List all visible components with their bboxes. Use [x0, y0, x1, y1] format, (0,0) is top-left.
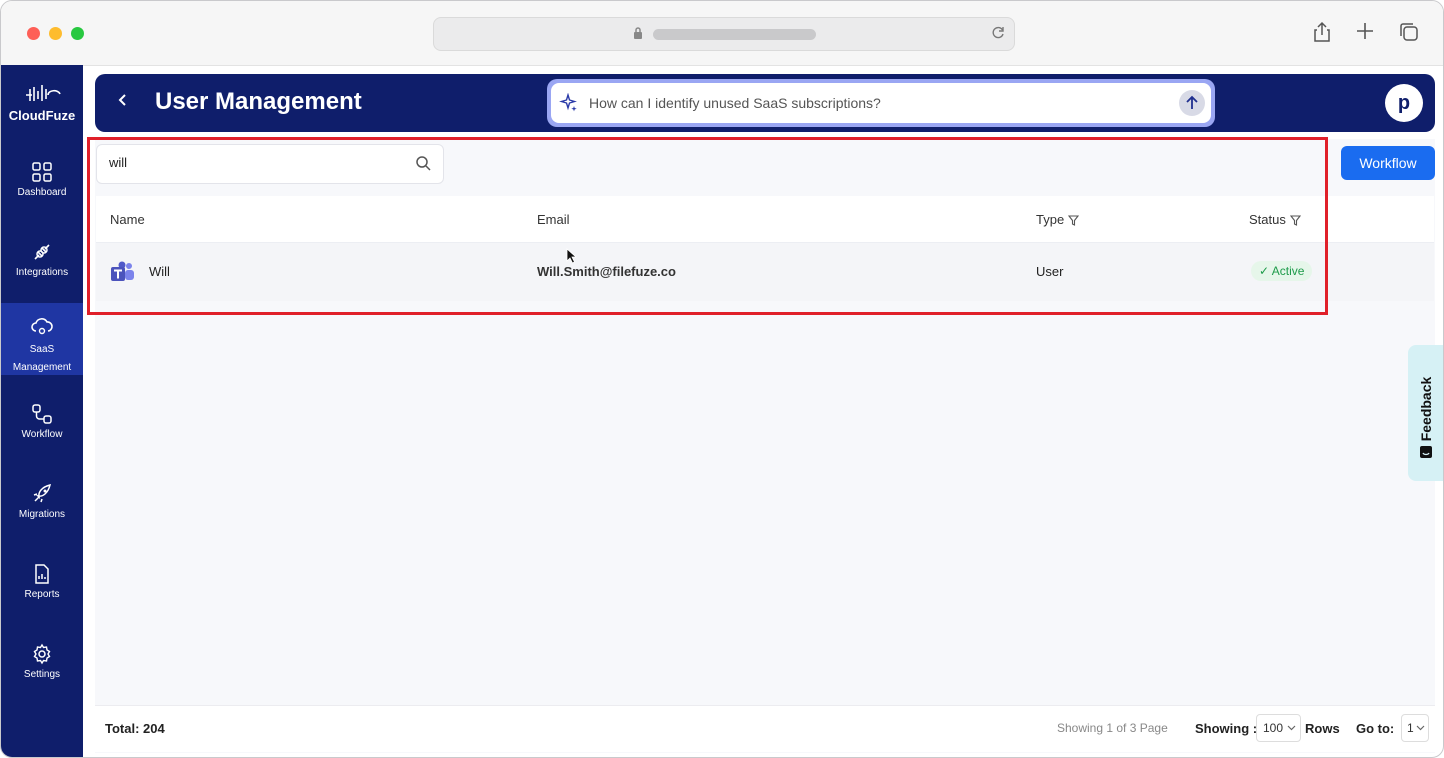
ai-prompt-placeholder: How can I identify unused SaaS subscript… — [589, 95, 881, 111]
showing-label: Showing : — [1195, 721, 1258, 736]
send-button[interactable] — [1179, 90, 1205, 116]
sidebar: CloudFuze Dashboard Integrations SaaS Ma… — [1, 65, 83, 757]
dashboard-icon — [32, 162, 52, 182]
mouse-cursor-icon — [566, 248, 578, 269]
lock-icon — [633, 26, 643, 45]
reload-icon[interactable] — [990, 25, 1006, 46]
chevron-left-icon — [118, 94, 126, 106]
table-footer: Total: 204 Showing 1 of 3 Page Showing :… — [95, 705, 1435, 752]
goto-page-value: 1 — [1407, 721, 1414, 735]
sidebar-item-label: Dashboard — [17, 187, 67, 198]
ai-prompt-input[interactable]: How can I identify unused SaaS subscript… — [551, 83, 1211, 123]
maximize-window-button[interactable] — [71, 27, 84, 40]
page-title: User Management — [155, 88, 362, 115]
sparkle-icon — [559, 92, 579, 118]
chevron-down-icon — [1416, 725, 1425, 731]
chevron-down-icon — [1287, 725, 1296, 731]
sidebar-item-saas-management[interactable]: SaaS Management — [1, 303, 83, 375]
sidebar-item-migrations[interactable]: Migrations — [1, 483, 83, 535]
sidebar-item-label: Workflow — [21, 429, 63, 440]
goto-label: Go to: — [1356, 721, 1395, 736]
sidebar-item-reports[interactable]: Reports — [1, 563, 83, 615]
highlight-box — [87, 137, 1328, 315]
sidebar-item-label: Migrations — [18, 509, 66, 520]
rocket-icon — [33, 483, 52, 503]
minimize-window-button[interactable] — [49, 27, 62, 40]
arrow-up-icon — [1186, 95, 1198, 109]
sidebar-item-label: Integrations — [15, 267, 69, 278]
plug-icon — [34, 244, 50, 260]
sidebar-item-workflow[interactable]: Workflow — [1, 403, 83, 455]
logo-icon — [26, 85, 61, 101]
share-icon[interactable] — [1311, 21, 1333, 48]
goto-page-select[interactable]: 1 — [1401, 714, 1429, 742]
browser-titlebar — [1, 1, 1443, 66]
page-info: Showing 1 of 3 Page — [1057, 721, 1168, 735]
cloud-gear-icon — [31, 318, 53, 335]
rows-per-page-value: 100 — [1263, 721, 1284, 735]
sidebar-item-dashboard[interactable]: Dashboard — [1, 161, 83, 213]
url-placeholder — [653, 29, 816, 40]
rows-label: Rows — [1305, 721, 1340, 736]
avatar[interactable]: p — [1385, 84, 1423, 122]
sidebar-item-label: Settings — [23, 669, 61, 680]
tab-overview-icon[interactable] — [1398, 21, 1420, 48]
page-header: User Management How can I identify unuse… — [95, 74, 1435, 132]
feedback-tab[interactable]: Feedback — [1408, 345, 1443, 481]
sidebar-item-settings[interactable]: Settings — [1, 643, 83, 695]
cloudfuze-logo[interactable]: CloudFuze — [1, 83, 83, 123]
total-count: Total: 204 — [105, 721, 165, 736]
new-tab-icon[interactable] — [1355, 21, 1375, 46]
report-icon — [35, 564, 49, 584]
sidebar-item-label: SaaS Management — [12, 344, 72, 373]
workflow-icon — [32, 404, 52, 424]
rows-per-page-select[interactable]: 100 — [1256, 714, 1301, 742]
back-button[interactable] — [117, 92, 129, 113]
address-bar[interactable] — [433, 17, 1015, 51]
ai-assistant-box: How can I identify unused SaaS subscript… — [547, 79, 1215, 127]
browser-window: CloudFuze Dashboard Integrations SaaS Ma… — [0, 0, 1444, 758]
feedback-icon — [1419, 445, 1433, 464]
sidebar-item-label: Reports — [24, 589, 60, 600]
close-window-button[interactable] — [27, 27, 40, 40]
gear-icon — [33, 643, 51, 665]
logo-text: CloudFuze — [8, 108, 76, 123]
workflow-button[interactable]: Workflow — [1341, 146, 1435, 180]
sidebar-item-integrations[interactable]: Integrations — [1, 241, 83, 293]
